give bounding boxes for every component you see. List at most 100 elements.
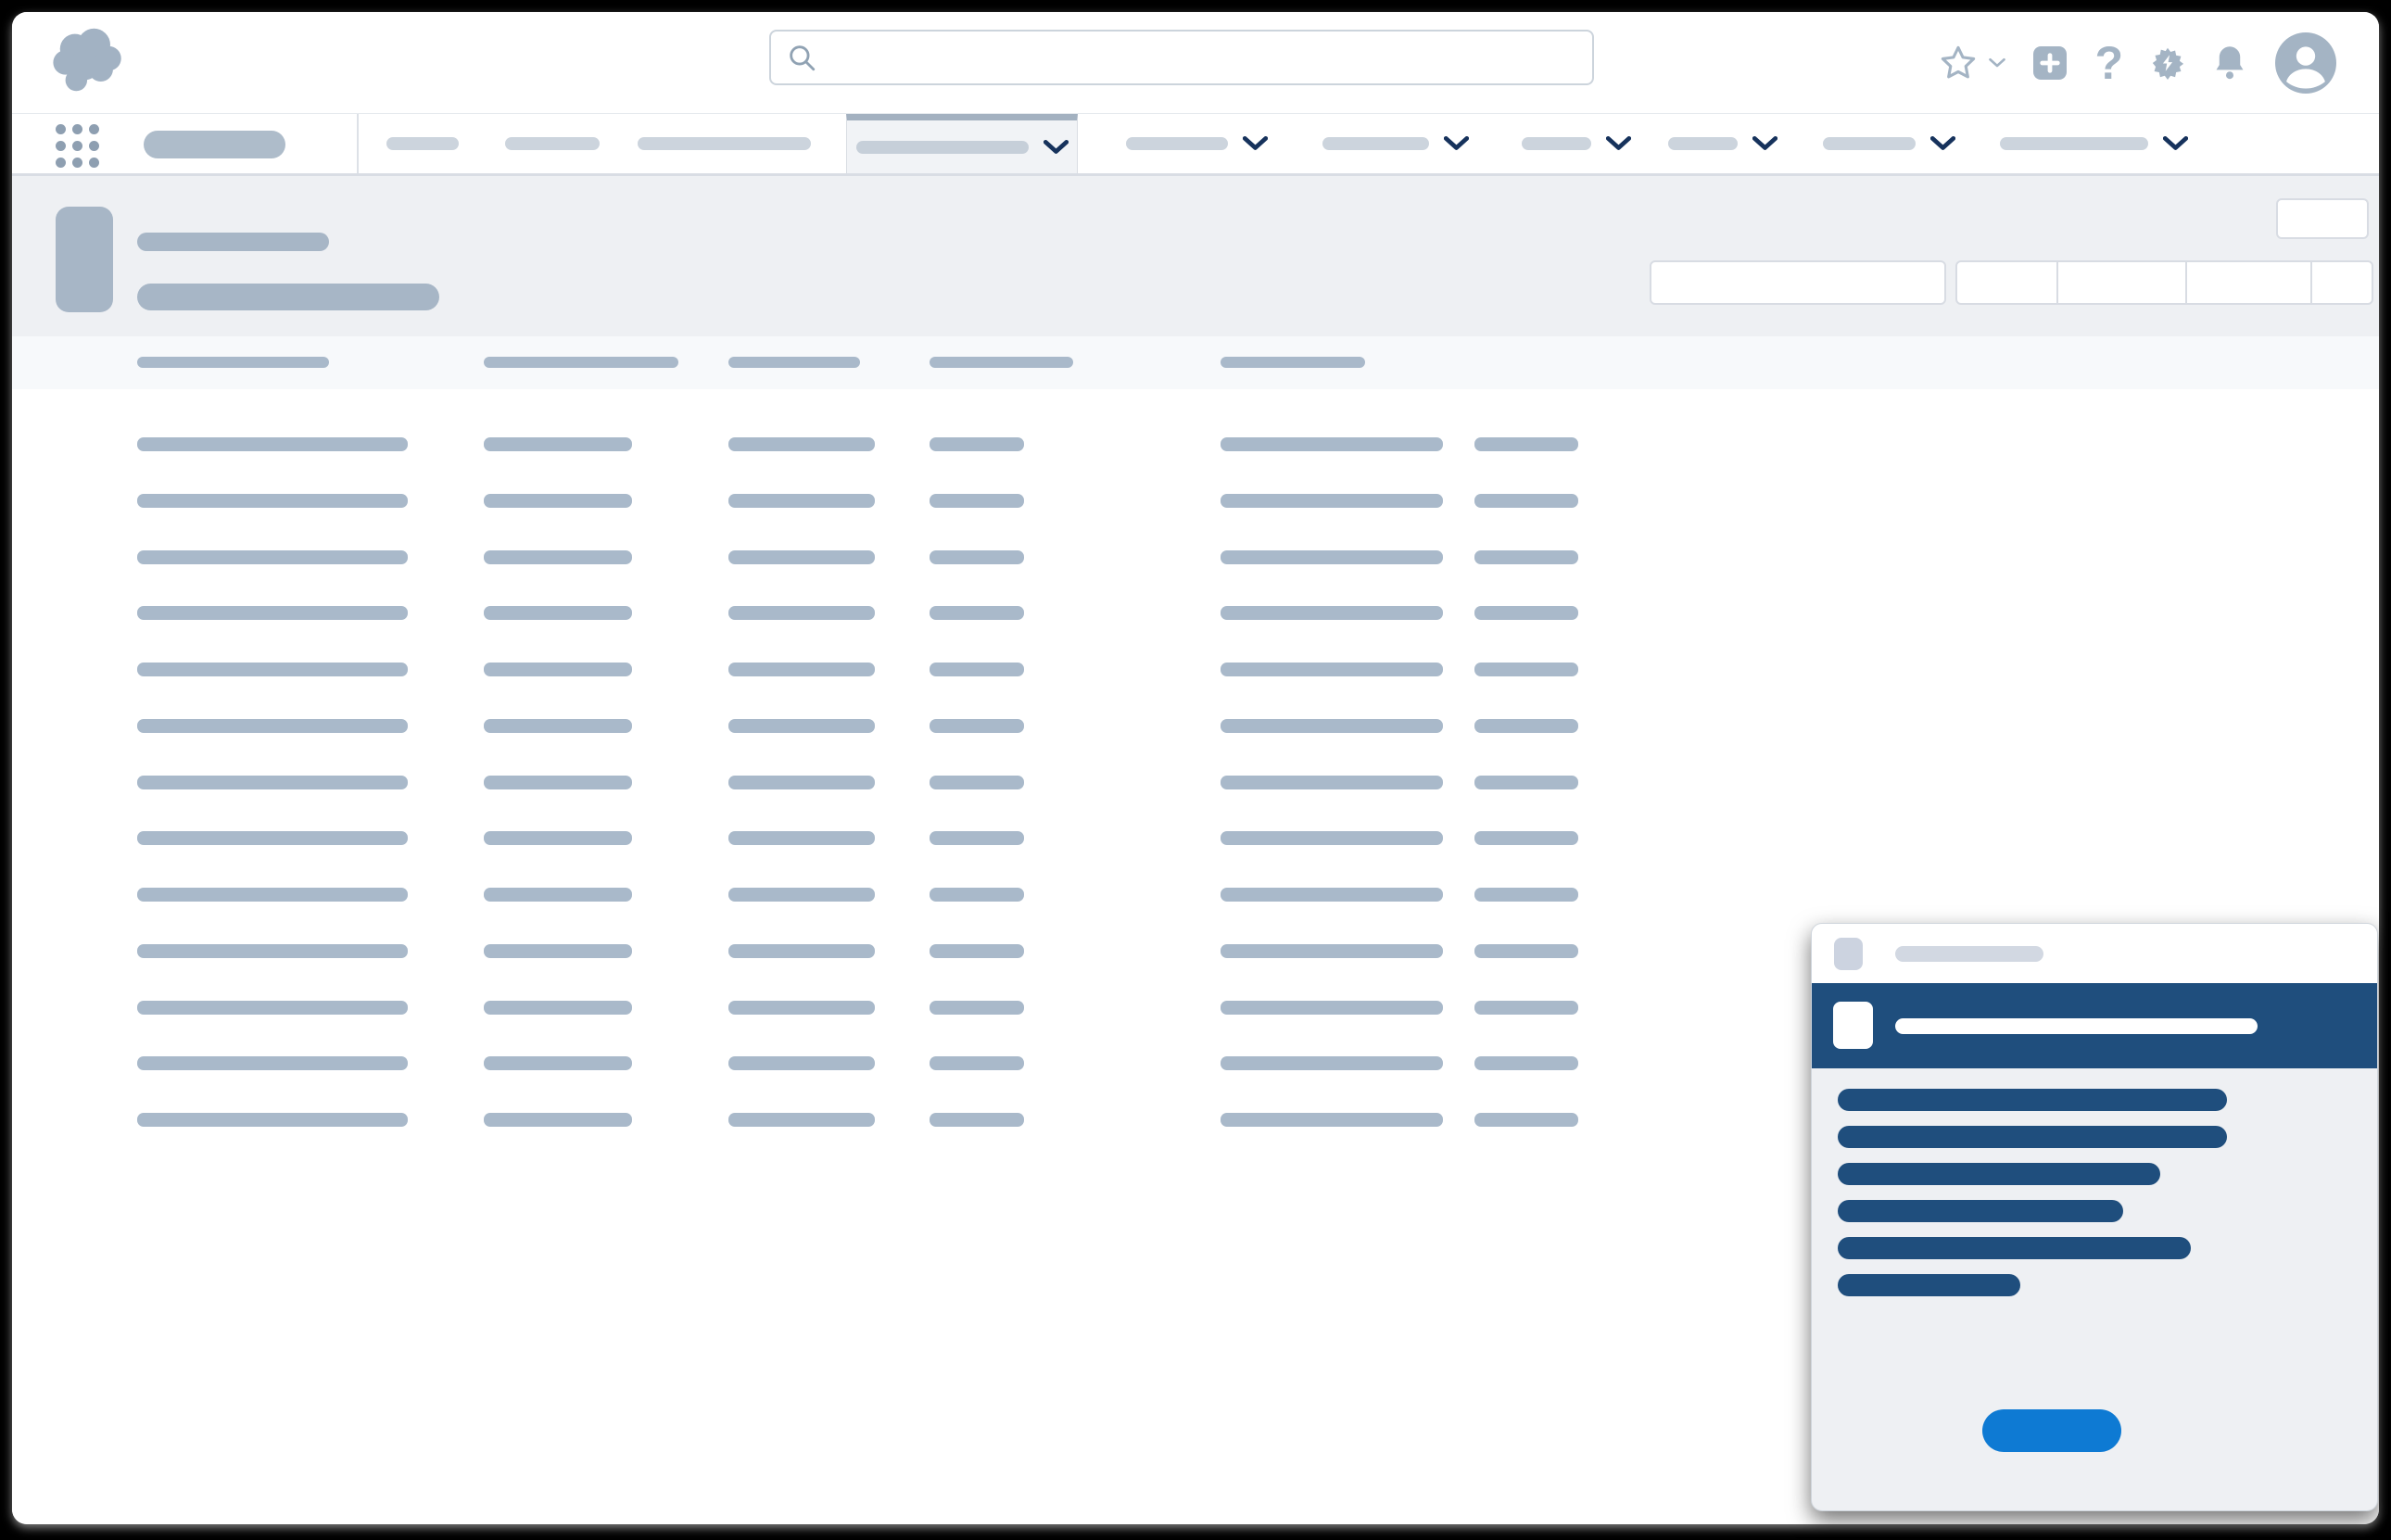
nav-tab-6[interactable] xyxy=(1322,114,1469,173)
chevron-down-icon xyxy=(2163,136,2188,151)
tab-label-placeholder xyxy=(1668,137,1738,150)
cell-placeholder xyxy=(1474,437,1578,451)
list-control-button-1[interactable] xyxy=(1957,262,2058,303)
cell-placeholder xyxy=(484,494,632,508)
global-header: ? xyxy=(12,12,2379,114)
help-icon[interactable]: ? xyxy=(2094,40,2123,86)
cell-placeholder xyxy=(930,944,1024,958)
popup-body xyxy=(1812,1068,2377,1510)
notifications-bell-icon[interactable] xyxy=(2212,44,2247,82)
cell-placeholder xyxy=(1221,831,1443,845)
tab-label-placeholder xyxy=(856,141,1029,154)
table-header xyxy=(12,336,2379,389)
table-row xyxy=(12,719,2379,733)
cell-placeholder xyxy=(1474,719,1578,733)
cell-placeholder xyxy=(137,663,408,676)
cell-placeholder xyxy=(728,1113,875,1127)
cell-placeholder xyxy=(728,663,875,676)
tab-label-placeholder xyxy=(638,137,811,150)
nav-tab-8[interactable] xyxy=(1668,114,1777,173)
cell-placeholder xyxy=(484,831,632,845)
cell-placeholder xyxy=(137,831,408,845)
popup-text-placeholder-3 xyxy=(1838,1163,2160,1185)
user-avatar[interactable] xyxy=(2275,32,2336,94)
tab-label-placeholder xyxy=(2000,137,2148,150)
cell-placeholder xyxy=(1221,944,1443,958)
cell-placeholder xyxy=(728,494,875,508)
cell-placeholder xyxy=(137,719,408,733)
favorites-chevron-icon[interactable] xyxy=(1989,57,2005,69)
popup-banner-title-placeholder xyxy=(1895,1018,2258,1034)
table-row xyxy=(12,550,2379,564)
cell-placeholder xyxy=(137,494,408,508)
chevron-down-icon xyxy=(1444,136,1469,151)
global-search-box[interactable] xyxy=(769,30,1594,85)
cell-placeholder xyxy=(1221,606,1443,620)
popup-action-button[interactable] xyxy=(1982,1409,2121,1452)
app-launcher-icon[interactable] xyxy=(56,124,99,168)
cell-placeholder xyxy=(728,437,875,451)
nav-bar xyxy=(12,114,2379,176)
popup-checkbox[interactable] xyxy=(1833,1002,1873,1049)
nav-tab-2[interactable] xyxy=(505,114,600,173)
cell-placeholder xyxy=(1474,1001,1578,1015)
entity-icon-placeholder xyxy=(56,207,113,312)
cell-placeholder xyxy=(930,663,1024,676)
cell-placeholder xyxy=(1221,888,1443,902)
setup-gear-icon[interactable] xyxy=(2151,46,2184,80)
table-row xyxy=(12,776,2379,789)
column-header-placeholder-2 xyxy=(484,357,678,368)
popup-header xyxy=(1812,924,2377,983)
nav-tab-1[interactable] xyxy=(386,114,459,173)
nav-tab-5[interactable] xyxy=(1126,114,1268,173)
global-search-input[interactable] xyxy=(829,39,1592,76)
list-filter-box[interactable] xyxy=(1650,260,1946,305)
list-control-button-3[interactable] xyxy=(2187,262,2312,303)
tab-label-placeholder xyxy=(505,137,600,150)
column-header-placeholder-1 xyxy=(137,357,329,368)
cell-placeholder xyxy=(1474,663,1578,676)
list-control-button-4[interactable] xyxy=(2312,262,2372,303)
cell-placeholder xyxy=(1474,776,1578,789)
cell-placeholder xyxy=(484,719,632,733)
nav-divider xyxy=(357,114,359,173)
quick-create-plus-icon[interactable] xyxy=(2033,46,2067,80)
list-control-button-2[interactable] xyxy=(2058,262,2187,303)
table-row xyxy=(12,606,2379,620)
chevron-down-icon xyxy=(1243,136,1268,151)
cell-placeholder xyxy=(1474,1056,1578,1070)
cell-placeholder xyxy=(1221,550,1443,564)
list-controls-button-group xyxy=(1955,260,2373,305)
cell-placeholder xyxy=(728,1001,875,1015)
cell-placeholder xyxy=(930,494,1024,508)
cell-placeholder xyxy=(930,831,1024,845)
cell-placeholder xyxy=(1474,494,1578,508)
cell-placeholder xyxy=(1221,776,1443,789)
nav-tab-4[interactable] xyxy=(846,114,1078,173)
tab-label-placeholder xyxy=(1522,137,1591,150)
search-icon xyxy=(786,42,817,73)
cell-placeholder xyxy=(1474,1113,1578,1127)
cell-placeholder xyxy=(137,888,408,902)
cell-placeholder xyxy=(137,550,408,564)
cell-placeholder xyxy=(930,1056,1024,1070)
tab-label-placeholder xyxy=(386,137,459,150)
cell-placeholder xyxy=(728,1056,875,1070)
cell-placeholder xyxy=(137,1001,408,1015)
cell-placeholder xyxy=(484,663,632,676)
nav-tab-10[interactable] xyxy=(2000,114,2188,173)
cell-placeholder xyxy=(728,944,875,958)
nav-tab-3[interactable] xyxy=(638,114,811,173)
nav-tab-9[interactable] xyxy=(1823,114,1955,173)
column-header-placeholder-3 xyxy=(728,357,860,368)
favorites-star-icon[interactable] xyxy=(1939,44,1978,82)
nav-tab-7[interactable] xyxy=(1522,114,1631,173)
cell-placeholder xyxy=(728,888,875,902)
page-title-placeholder-2 xyxy=(137,284,439,310)
header-action-button[interactable] xyxy=(2276,198,2369,239)
cell-placeholder xyxy=(728,550,875,564)
cell-placeholder xyxy=(484,550,632,564)
cell-placeholder xyxy=(1221,1113,1443,1127)
cell-placeholder xyxy=(1221,1056,1443,1070)
cell-placeholder xyxy=(1474,888,1578,902)
